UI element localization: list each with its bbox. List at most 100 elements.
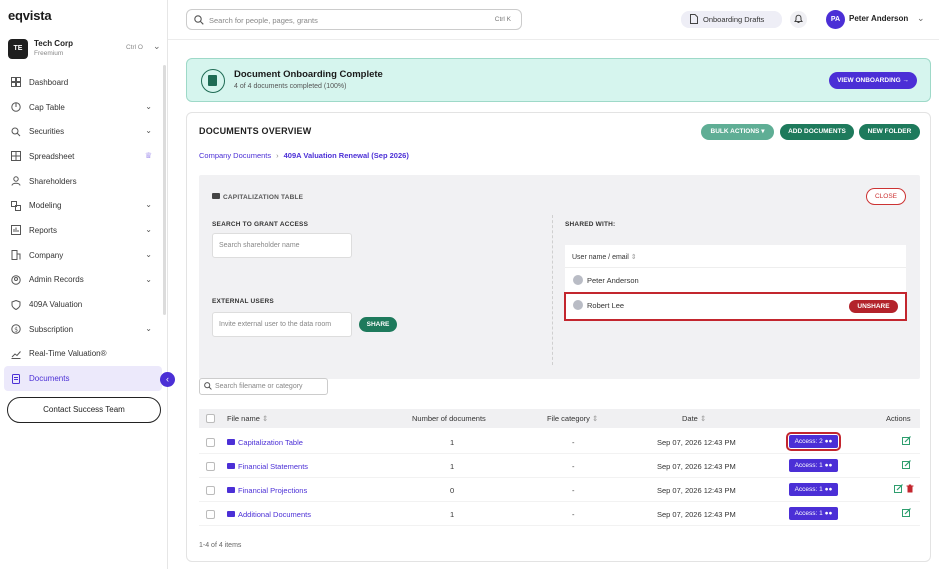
sidebar-item-shareholders[interactable]: Shareholders [4, 169, 162, 194]
file-date: Sep 07, 2026 12:43 PM [657, 462, 736, 471]
column-file-category[interactable]: File category ⇕ [547, 414, 598, 423]
file-date: Sep 07, 2026 12:43 PM [657, 438, 736, 447]
panel-title: CAPITALIZATION TABLE [212, 193, 303, 201]
external-user-input[interactable]: Invite external user to the data room [212, 312, 352, 337]
sidebar-item-spreadsheet[interactable]: Spreadsheet ♕ [4, 144, 162, 169]
sidebar-item-securities[interactable]: Securities ⌄ [4, 119, 162, 144]
dashboard-icon [10, 76, 22, 88]
edit-icon[interactable] [902, 436, 911, 447]
share-button[interactable]: SHARE [359, 317, 397, 332]
add-documents-button[interactable]: ADD DOCUMENTS [780, 124, 854, 140]
users-icon: ●● [824, 510, 833, 517]
sidebar-item-company[interactable]: Company ⌄ [4, 243, 162, 268]
shared-with-label: SHARED WITH: [565, 221, 616, 228]
file-name-link[interactable]: Financial Projections [227, 486, 307, 495]
caret-down-icon: ▾ [761, 128, 765, 135]
shared-users-header[interactable]: User name / email ⇕ [565, 245, 906, 268]
org-switcher[interactable]: TE Tech Corp Freemium Ctrl O ⌄ [6, 37, 162, 61]
access-button[interactable]: Access: 1 ●● [789, 507, 838, 520]
file-search-input[interactable]: Search filename or category [199, 378, 328, 395]
avatar[interactable]: PA [826, 10, 845, 29]
sidebar-item-label: Real-Time Valuation® [29, 349, 107, 359]
securities-icon [10, 126, 22, 138]
document-count: 1 [450, 438, 455, 447]
sidebar-item-label: Admin Records [29, 275, 84, 285]
file-category: - [572, 486, 575, 495]
sidebar-item-admin-records[interactable]: Admin Records ⌄ [4, 268, 162, 293]
sidebar-item-label: Subscription [29, 324, 74, 334]
new-folder-button[interactable]: NEW FOLDER [859, 124, 920, 140]
sidebar-item-cap-table[interactable]: Cap Table ⌄ [4, 95, 162, 120]
table-row: Additional Documents 1 - Sep 07, 2026 12… [199, 502, 920, 526]
chevron-down-icon[interactable]: ⌄ [917, 13, 925, 24]
edit-icon[interactable] [894, 484, 903, 495]
table-row: Capitalization Table 1 - Sep 07, 2026 12… [199, 430, 920, 454]
reports-icon [10, 224, 22, 236]
bell-icon[interactable] [790, 11, 807, 28]
access-button[interactable]: Access: 1 ●● [789, 483, 838, 496]
access-button[interactable]: Access: 2 ●● [786, 432, 841, 451]
modeling-icon [10, 200, 22, 212]
user-name[interactable]: Peter Anderson [849, 14, 908, 23]
org-plan: Freemium [34, 50, 64, 57]
trash-icon[interactable] [906, 484, 914, 495]
dollar-icon: $ [10, 323, 22, 335]
file-name-link[interactable]: Capitalization Table [227, 438, 303, 447]
edit-icon[interactable] [902, 460, 911, 471]
bulk-actions-label: BULK ACTIONS [710, 128, 760, 135]
shared-users-header-label: User name / email [572, 254, 629, 261]
sidebar-item-label: Reports [29, 225, 58, 235]
sidebar-item-documents[interactable]: Documents [4, 366, 162, 391]
file-name-link[interactable]: Additional Documents [227, 510, 311, 519]
file-name-label: Additional Documents [238, 510, 311, 519]
pagination-summary: 1-4 of 4 items [199, 542, 242, 549]
row-checkbox[interactable] [206, 462, 215, 471]
sidebar-item-reports[interactable]: Reports ⌄ [4, 218, 162, 243]
breadcrumb-root[interactable]: Company Documents [199, 151, 271, 160]
bulk-actions-button[interactable]: BULK ACTIONS ▾ [701, 124, 774, 140]
row-checkbox[interactable] [206, 438, 215, 447]
sidebar-scrollbar[interactable] [163, 65, 166, 315]
file-name-link[interactable]: Financial Statements [227, 462, 308, 471]
contact-success-team-button[interactable]: Contact Success Team [7, 397, 161, 423]
folder-icon [227, 439, 235, 445]
sort-icon: ⇕ [699, 414, 707, 423]
app-logo[interactable]: eqvista [8, 8, 52, 23]
view-onboarding-button[interactable]: VIEW ONBOARDING → [829, 72, 917, 89]
chevron-down-icon: ⌄ [145, 323, 152, 333]
row-checkbox[interactable] [206, 486, 215, 495]
sidebar-item-label: Company [29, 250, 64, 260]
row-checkbox[interactable] [206, 510, 215, 519]
file-name-label: Financial Statements [238, 462, 309, 471]
collapse-sidebar-icon[interactable]: ‹ [160, 372, 175, 387]
onboarding-drafts-button[interactable]: Onboarding Drafts [681, 11, 782, 28]
user-avatar-icon [573, 275, 583, 285]
sidebar-item-409a-valuation[interactable]: 409A Valuation [4, 292, 162, 317]
unshare-button[interactable]: UNSHARE [849, 300, 898, 313]
sidebar-item-real-time-valuation[interactable]: Real-Time Valuation® [4, 342, 162, 367]
folder-icon [227, 463, 235, 469]
shareholder-search-input[interactable]: Search shareholder name [212, 233, 352, 258]
column-date[interactable]: Date ⇕ [682, 414, 706, 423]
grid-icon [10, 150, 22, 162]
shared-user-row: Peter Anderson [565, 268, 906, 293]
banner-subtitle: 4 of 4 documents completed (100%) [234, 83, 347, 90]
search-icon [204, 382, 212, 392]
select-all-checkbox[interactable] [206, 414, 215, 423]
sidebar-item-dashboard[interactable]: Dashboard [4, 70, 162, 95]
sidebar-item-modeling[interactable]: Modeling ⌄ [4, 193, 162, 218]
access-button[interactable]: Access: 1 ●● [789, 459, 838, 472]
edit-icon[interactable] [902, 508, 911, 519]
table-row: Financial Projections 0 - Sep 07, 2026 1… [199, 478, 920, 502]
global-search-input[interactable]: Search for people, pages, grants Ctrl K [186, 9, 522, 30]
folder-icon [227, 487, 235, 493]
sidebar-item-subscription[interactable]: $ Subscription ⌄ [4, 317, 162, 342]
access-label: Access: 2 [794, 438, 823, 445]
topbar: Search for people, pages, grants Ctrl K … [168, 0, 939, 40]
company-icon [10, 249, 22, 261]
column-file-name[interactable]: File name ⇕ [227, 414, 268, 423]
sidebar-item-label: Shareholders [29, 176, 77, 186]
chevron-down-icon: ⌄ [145, 225, 152, 235]
close-button[interactable]: CLOSE [866, 188, 906, 205]
org-shortcut: Ctrl O [126, 44, 143, 51]
